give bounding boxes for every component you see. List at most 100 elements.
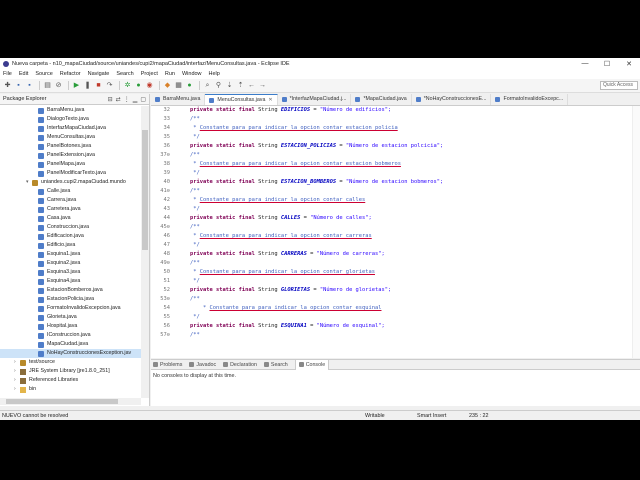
code-line[interactable]: 43 */ [151, 205, 640, 214]
menu-source[interactable]: Source [35, 71, 52, 77]
menu-navigate[interactable]: Navigate [88, 71, 110, 77]
tree-item[interactable]: Carretera.java [0, 205, 141, 214]
panel-tab-console[interactable]: Console [294, 359, 330, 370]
editor-tab[interactable]: *NoHayConstruccionesE... [412, 94, 492, 105]
menu-run[interactable]: Run [165, 71, 175, 77]
new-java-project-icon[interactable]: ◆ [163, 81, 172, 90]
panel-tab-search[interactable]: Search [263, 362, 288, 368]
menu-edit[interactable]: Edit [19, 71, 28, 77]
code-line[interactable]: 47 */ [151, 241, 640, 250]
tree-item[interactable]: FormatoInvalidoExcepcion.java [0, 304, 141, 313]
code-line[interactable]: 49⊖ /** [151, 259, 640, 268]
editor-tab[interactable]: *MapaCiudad.java [351, 94, 412, 105]
code-line[interactable]: 54 * Constante para para indicar la opci… [151, 304, 640, 313]
code-line[interactable]: 44 private static final String CALLES = … [151, 214, 640, 223]
next-annotation-icon[interactable]: ⇣ [225, 81, 234, 90]
step-over-icon[interactable]: ↷ [105, 81, 114, 90]
menu-help[interactable]: Help [209, 71, 220, 77]
search-icon[interactable]: ⚲ [214, 81, 223, 90]
expand-arrow-icon[interactable]: › [14, 385, 19, 394]
terminate-icon[interactable]: ■ [94, 81, 103, 90]
save-icon[interactable]: ▪ [14, 81, 23, 90]
tree-item[interactable]: BarraMenu.java [0, 106, 141, 115]
code-line[interactable]: 55 */ [151, 313, 640, 322]
code-line[interactable]: 45⊖ /** [151, 223, 640, 232]
link-editor-icon[interactable]: ⇄ [116, 96, 121, 103]
tree-item[interactable]: › Referenced Libraries [0, 376, 141, 385]
tree-item[interactable]: Edificio.java [0, 241, 141, 250]
tree-item[interactable]: PanelModificarTexto.java [0, 169, 141, 178]
code-line[interactable]: 50 * Constante para para indicar la opci… [151, 268, 640, 277]
tree-item[interactable]: PanelBotones.java [0, 142, 141, 151]
tree-item[interactable]: MenuConsultas.java [0, 133, 141, 142]
code-line[interactable]: 35 */ [151, 133, 640, 142]
minimize-view-icon[interactable]: ▁ [133, 96, 138, 103]
view-menu-icon[interactable]: ⋮ [124, 96, 130, 103]
menu-file[interactable]: File [3, 71, 12, 77]
code-line[interactable]: 52 private static final String GLORIETAS… [151, 286, 640, 295]
menu-project[interactable]: Project [141, 71, 158, 77]
close-tab-icon[interactable]: ✕ [268, 95, 272, 106]
code-line[interactable]: 37⊖ /** [151, 151, 640, 160]
collapse-all-icon[interactable]: ⊟ [108, 96, 113, 103]
panel-tab-declaration[interactable]: Declaration [223, 362, 257, 368]
quick-access-input[interactable]: Quick Access [600, 81, 638, 90]
code-line[interactable]: 36 private static final String ESTACION_… [151, 142, 640, 151]
menu-refactor[interactable]: Refactor [60, 71, 81, 77]
code-line[interactable]: 38 * Constante para para indicar la opci… [151, 160, 640, 169]
tree-item[interactable]: EstacionBomberos.java [0, 286, 141, 295]
debug-icon[interactable]: ✲ [123, 81, 132, 90]
tree-item[interactable]: IConstruccion.java [0, 331, 141, 340]
maximize-view-icon[interactable]: ▢ [140, 96, 146, 103]
code-line[interactable]: 39 */ [151, 169, 640, 178]
explorer-vertical-scrollbar[interactable] [141, 106, 149, 398]
tree-item[interactable]: › bin [0, 385, 141, 394]
tree-item[interactable]: ▾ uniandes.cupi2.mapaCiudad.mundo [0, 178, 141, 187]
code-line[interactable]: 51 */ [151, 277, 640, 286]
tree-item[interactable]: › test/source [0, 358, 141, 367]
new-class-icon[interactable]: ● [185, 81, 194, 90]
code-line[interactable]: 56 private static final String ESQUINA1 … [151, 322, 640, 331]
open-type-icon[interactable]: ⌕ [203, 81, 212, 90]
run-icon[interactable]: ● [134, 81, 143, 90]
panel-tab-javadoc[interactable]: Javadoc [189, 362, 216, 368]
save-all-icon[interactable]: ▪ [25, 81, 34, 90]
tree-item[interactable]: Casa.java [0, 214, 141, 223]
external-tools-icon[interactable]: ◉ [145, 81, 154, 90]
suspend-icon[interactable]: ❚ [83, 81, 92, 90]
tree-item[interactable]: PanelMapa.java [0, 160, 141, 169]
tree-item[interactable]: Hospital.java [0, 322, 141, 331]
tree-item[interactable]: Glorieta.java [0, 313, 141, 322]
tree-item[interactable]: Construccion.java [0, 223, 141, 232]
package-explorer-tab[interactable]: Package Explorer ⊟ ⇄ ⋮ ▁ ▢ [0, 94, 149, 105]
menu-search[interactable]: Search [116, 71, 133, 77]
editor-tab[interactable]: FormatoInvalidoExcepc... [491, 94, 569, 105]
code-area[interactable]: 32 private static final String EDIFICIOS… [151, 106, 640, 358]
code-line[interactable]: 46 * Constante para para indicar la opci… [151, 232, 640, 241]
editor-tab[interactable]: *InterfazMapaCiudad.j... [278, 94, 352, 105]
tree-item[interactable]: PanelExtension.java [0, 151, 141, 160]
maximize-button[interactable]: ☐ [596, 60, 618, 68]
tree-item[interactable]: Calle.java [0, 187, 141, 196]
overview-ruler[interactable] [632, 106, 640, 358]
new-icon[interactable]: ✚ [3, 81, 12, 90]
back-icon[interactable]: ← [247, 81, 256, 90]
menu-window[interactable]: Window [182, 71, 202, 77]
tree-item[interactable]: Edificacion.java [0, 232, 141, 241]
new-package-icon[interactable]: ▦ [174, 81, 183, 90]
explorer-horizontal-scrollbar[interactable] [0, 398, 141, 405]
code-line[interactable]: 32 private static final String EDIFICIOS… [151, 106, 640, 115]
code-line[interactable]: 41⊖ /** [151, 187, 640, 196]
tree-item[interactable]: Esquina1.java [0, 250, 141, 259]
tree-item[interactable]: DialogoTexto.java [0, 115, 141, 124]
code-line[interactable]: 57⊖ /** [151, 331, 640, 340]
tree-item[interactable]: EstacionPolicia.java [0, 295, 141, 304]
code-line[interactable]: 34 * Constante para para indicar la opci… [151, 124, 640, 133]
expand-arrow-icon[interactable]: › [14, 358, 19, 367]
code-line[interactable]: 33 /** [151, 115, 640, 124]
prev-annotation-icon[interactable]: ⇡ [236, 81, 245, 90]
tree-item[interactable]: Carrera.java [0, 196, 141, 205]
resume-icon[interactable]: ▶ [72, 81, 81, 90]
code-line[interactable]: 42 * Constante para para indicar la opci… [151, 196, 640, 205]
panel-tab-problems[interactable]: Problems [153, 362, 182, 368]
